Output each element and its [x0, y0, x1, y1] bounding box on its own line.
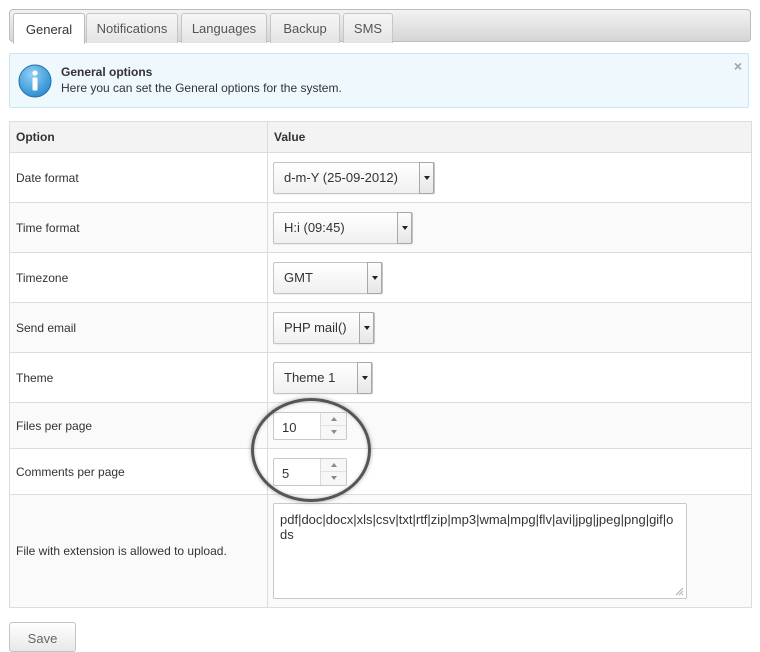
save-button[interactable]: Save: [9, 622, 76, 652]
file-extensions-label: File with extension is allowed to upload…: [9, 494, 268, 608]
file-extensions-value: pdf|doc|docx|xls|csv|txt|rtf|zip|mp3|wma…: [280, 512, 674, 542]
time-format-select[interactable]: H:i (09:45): [273, 211, 413, 244]
stepper-up-icon[interactable]: [321, 459, 346, 472]
date-format-value: d-m-Y (25-09-2012): [284, 170, 398, 185]
chevron-down-icon[interactable]: [397, 211, 412, 244]
comments-per-page-stepper[interactable]: 5: [273, 457, 347, 486]
stepper-down-icon[interactable]: [321, 472, 346, 485]
file-extensions-textarea[interactable]: pdf|doc|docx|xls|csv|txt|rtf|zip|mp3|wma…: [273, 503, 687, 599]
date-format-select[interactable]: d-m-Y (25-09-2012): [273, 161, 435, 194]
table-row: Time format H:i (09:45): [9, 202, 752, 253]
stepper-up-icon[interactable]: [321, 413, 346, 426]
table-row: Theme Theme 1: [9, 352, 752, 403]
tab-languages[interactable]: Languages: [181, 13, 267, 43]
resize-grip-icon[interactable]: [674, 586, 684, 596]
table-row: Comments per page 5: [9, 448, 752, 495]
date-format-label: Date format: [9, 152, 268, 203]
chevron-down-icon[interactable]: [357, 361, 372, 394]
comments-per-page-label: Comments per page: [9, 448, 268, 495]
send-email-value: PHP mail(): [284, 320, 347, 335]
table-header-row: Option Value: [9, 121, 752, 153]
theme-label: Theme: [9, 352, 268, 403]
comments-per-page-value: 5: [282, 465, 290, 481]
timezone-value: GMT: [284, 270, 313, 285]
info-title: General options: [61, 65, 153, 79]
tab-bar: General Notifications Languages Backup S…: [9, 9, 751, 44]
files-per-page-stepper[interactable]: 10: [273, 411, 347, 440]
table-row: Date format d-m-Y (25-09-2012): [9, 152, 752, 203]
table-row: Files per page 10: [9, 402, 752, 449]
send-email-label: Send email: [9, 302, 268, 353]
time-format-label: Time format: [9, 202, 268, 253]
files-per-page-label: Files per page: [9, 402, 268, 449]
table-row: File with extension is allowed to upload…: [9, 494, 752, 608]
chevron-down-icon[interactable]: [359, 311, 374, 344]
info-text: Here you can set the General options for…: [61, 81, 342, 95]
theme-value: Theme 1: [284, 370, 336, 385]
tab-general[interactable]: General: [13, 13, 85, 44]
table-row: Timezone GMT: [9, 252, 752, 303]
tab-notifications[interactable]: Notifications: [86, 13, 178, 43]
chevron-down-icon[interactable]: [367, 261, 382, 294]
options-table: Option Value Date format d-m-Y (25-09-20…: [9, 121, 752, 608]
theme-select[interactable]: Theme 1: [273, 361, 373, 394]
chevron-down-icon[interactable]: [419, 161, 434, 194]
timezone-label: Timezone: [9, 252, 268, 303]
header-value: Value: [267, 121, 752, 153]
stepper-down-icon[interactable]: [321, 426, 346, 439]
tab-sms[interactable]: SMS: [343, 13, 393, 43]
send-email-select[interactable]: PHP mail(): [273, 311, 375, 344]
files-per-page-value: 10: [282, 419, 297, 435]
table-row: Send email PHP mail(): [9, 302, 752, 353]
time-format-value: H:i (09:45): [284, 220, 345, 235]
header-option: Option: [9, 121, 268, 153]
timezone-select[interactable]: GMT: [273, 261, 383, 294]
info-box: General options Here you can set the Gen…: [9, 53, 749, 108]
info-icon: [18, 64, 52, 98]
tab-backup[interactable]: Backup: [270, 13, 340, 43]
close-icon[interactable]: ×: [734, 58, 742, 74]
